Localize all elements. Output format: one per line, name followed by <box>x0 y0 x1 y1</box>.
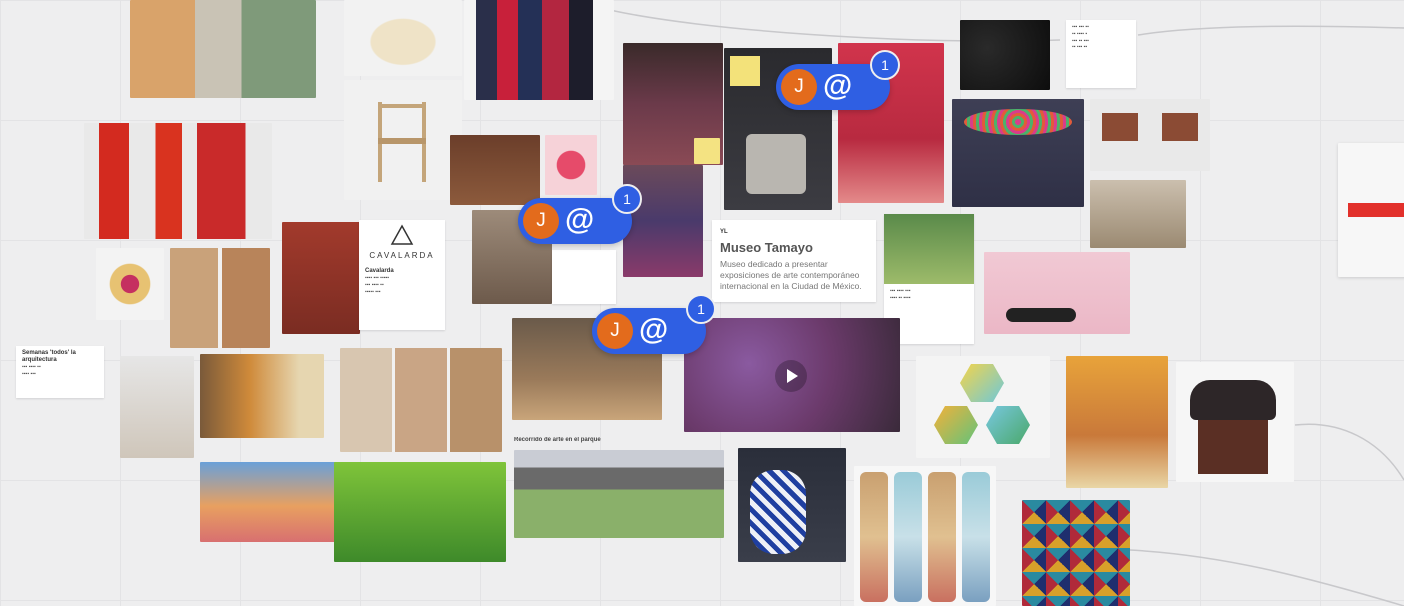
photo-embroidered-dress[interactable] <box>623 165 703 277</box>
play-button[interactable] <box>775 360 807 392</box>
photo-figure-sculpture[interactable] <box>120 356 194 458</box>
photo-festival-crowd[interactable] <box>200 462 338 542</box>
link-preview-small[interactable] <box>552 250 616 304</box>
photo-altar-figures[interactable] <box>1066 356 1168 488</box>
table-left <box>1102 113 1138 141</box>
chair-back <box>1190 380 1276 420</box>
note-title: Semanas 'todos' la arquitectura <box>22 350 76 364</box>
brand-logo: CAVALARDA <box>359 224 445 260</box>
photo-sandal[interactable] <box>984 252 1130 334</box>
link-card-description: Museo dedicado a presentar exposiciones … <box>720 259 862 292</box>
garden-caption: ▪▪▪ ▪▪▪▪ ▪▪▪ ▪▪▪▪ ▪▪ ▪▪▪▪ <box>890 288 911 301</box>
bottle-3 <box>928 472 956 602</box>
mention-count-badge: 1 <box>870 50 900 80</box>
bottle-2 <box>894 472 922 602</box>
brand-note-body: ▪▪▪▪ ▪▪▪ ▪▪▪▪▪ ▪▪▪ ▪▪▪▪ ▪▪ ▪▪▪▪▪ ▪▪▪ <box>365 275 390 295</box>
photo-outdoor-gathering[interactable] <box>514 450 724 538</box>
table-top <box>964 109 1072 135</box>
hexagon-top <box>960 364 1004 402</box>
photo-grid-crafts[interactable] <box>170 248 270 348</box>
mention-count-badge: 1 <box>612 184 642 214</box>
photo-grid-pottery[interactable] <box>340 348 502 452</box>
photo-bottles[interactable] <box>854 466 996 606</box>
bottle-4 <box>962 472 990 602</box>
link-card-museo-tamayo[interactable]: YL Museo Tamayo Museo dedicado a present… <box>712 220 876 302</box>
connector-line <box>1137 25 1404 36</box>
bottle-1 <box>860 472 888 602</box>
photo-hexagon-mirrors[interactable] <box>916 356 1050 458</box>
photo-leather-chair[interactable] <box>1176 362 1294 482</box>
at-mention-icon: @ <box>823 69 853 102</box>
photo-yellow-note-accent[interactable] <box>694 138 720 164</box>
hexagon-left <box>934 406 978 444</box>
photo-woven-bag[interactable] <box>344 0 462 76</box>
mention-bubble-3[interactable]: J @ 1 <box>592 294 716 354</box>
mention-bubble-1[interactable]: J @ 1 <box>776 50 900 110</box>
chair-icon <box>378 102 426 182</box>
photo-cabinet[interactable] <box>450 135 540 205</box>
sandal-shape <box>1006 308 1076 322</box>
link-card-title: Museo Tamayo <box>720 240 813 255</box>
chair-seat <box>1198 420 1268 474</box>
photo-hanging-basket[interactable] <box>96 248 164 320</box>
brand-logo-text: CAVALARDA <box>369 251 435 260</box>
photo-side-tables[interactable] <box>1090 99 1210 171</box>
hexagon-right <box>986 406 1030 444</box>
user-avatar: J <box>781 69 817 105</box>
user-avatar: J <box>523 203 559 239</box>
ceramic-object <box>746 134 806 194</box>
link-source: YL <box>720 229 728 235</box>
photo-chairs-sketch[interactable] <box>1090 180 1186 248</box>
photo-dark-texture[interactable] <box>960 20 1050 90</box>
caption-park-photo: Recorrido de arte en el parque <box>514 437 601 443</box>
at-mention-icon: @ <box>565 203 595 236</box>
photo-woven-table[interactable] <box>952 99 1084 207</box>
brand-note-title: Cavalarda <box>365 268 394 274</box>
note-body: ▪▪▪ ▪▪▪▪ ▪▪ ▪▪▪▪ ▪▪▪ <box>22 364 41 378</box>
text-note-small[interactable]: ▪▪▪ ▪▪▪ ▪▪ ▪▪ ▪▪▪▪ ▪ ▪▪▪ ▪▪ ▪▪▪ ▪▪ ▪▪▪ ▪▪ <box>1066 20 1136 88</box>
photo-woven-pattern[interactable] <box>1022 500 1130 606</box>
text-note-architecture[interactable]: Semanas 'todos' la arquitectura ▪▪▪ ▪▪▪▪… <box>16 346 104 398</box>
mention-bubble-2[interactable]: J @ 1 <box>518 184 642 244</box>
sticky-note-yellow <box>730 56 760 86</box>
triangle-logo-icon <box>390 224 414 245</box>
photo-red-interior[interactable] <box>282 222 360 334</box>
photo-wooden-chair[interactable] <box>344 80 462 200</box>
at-mention-icon: @ <box>639 313 669 346</box>
user-avatar: J <box>597 313 633 349</box>
photo-blue-pottery[interactable] <box>738 448 846 562</box>
brand-card[interactable]: CAVALARDA Cavalarda ▪▪▪▪ ▪▪▪ ▪▪▪▪▪ ▪▪▪ ▪▪… <box>359 220 445 330</box>
connector-line <box>1294 423 1404 481</box>
red-band <box>1348 203 1404 217</box>
note-lines: ▪▪▪ ▪▪▪ ▪▪ ▪▪ ▪▪▪▪ ▪ ▪▪▪ ▪▪ ▪▪▪ ▪▪ ▪▪▪ ▪▪ <box>1072 24 1089 51</box>
table-right <box>1162 113 1198 141</box>
photo-red-garments[interactable] <box>84 123 272 239</box>
mention-count-badge: 1 <box>686 294 716 324</box>
photo-fashion-group[interactable] <box>464 0 614 100</box>
photo-colorful-baskets[interactable] <box>200 354 324 438</box>
photo-heart-ornament[interactable] <box>545 135 597 195</box>
photo-furniture-sheet[interactable] <box>1338 143 1404 277</box>
connector-line <box>1129 549 1404 606</box>
talavera-jar <box>750 470 806 554</box>
photo-baskets-man-agave[interactable] <box>130 0 316 98</box>
garden-thumbnail <box>884 214 974 284</box>
play-icon <box>787 369 798 383</box>
photo-green-hills[interactable] <box>334 462 506 562</box>
